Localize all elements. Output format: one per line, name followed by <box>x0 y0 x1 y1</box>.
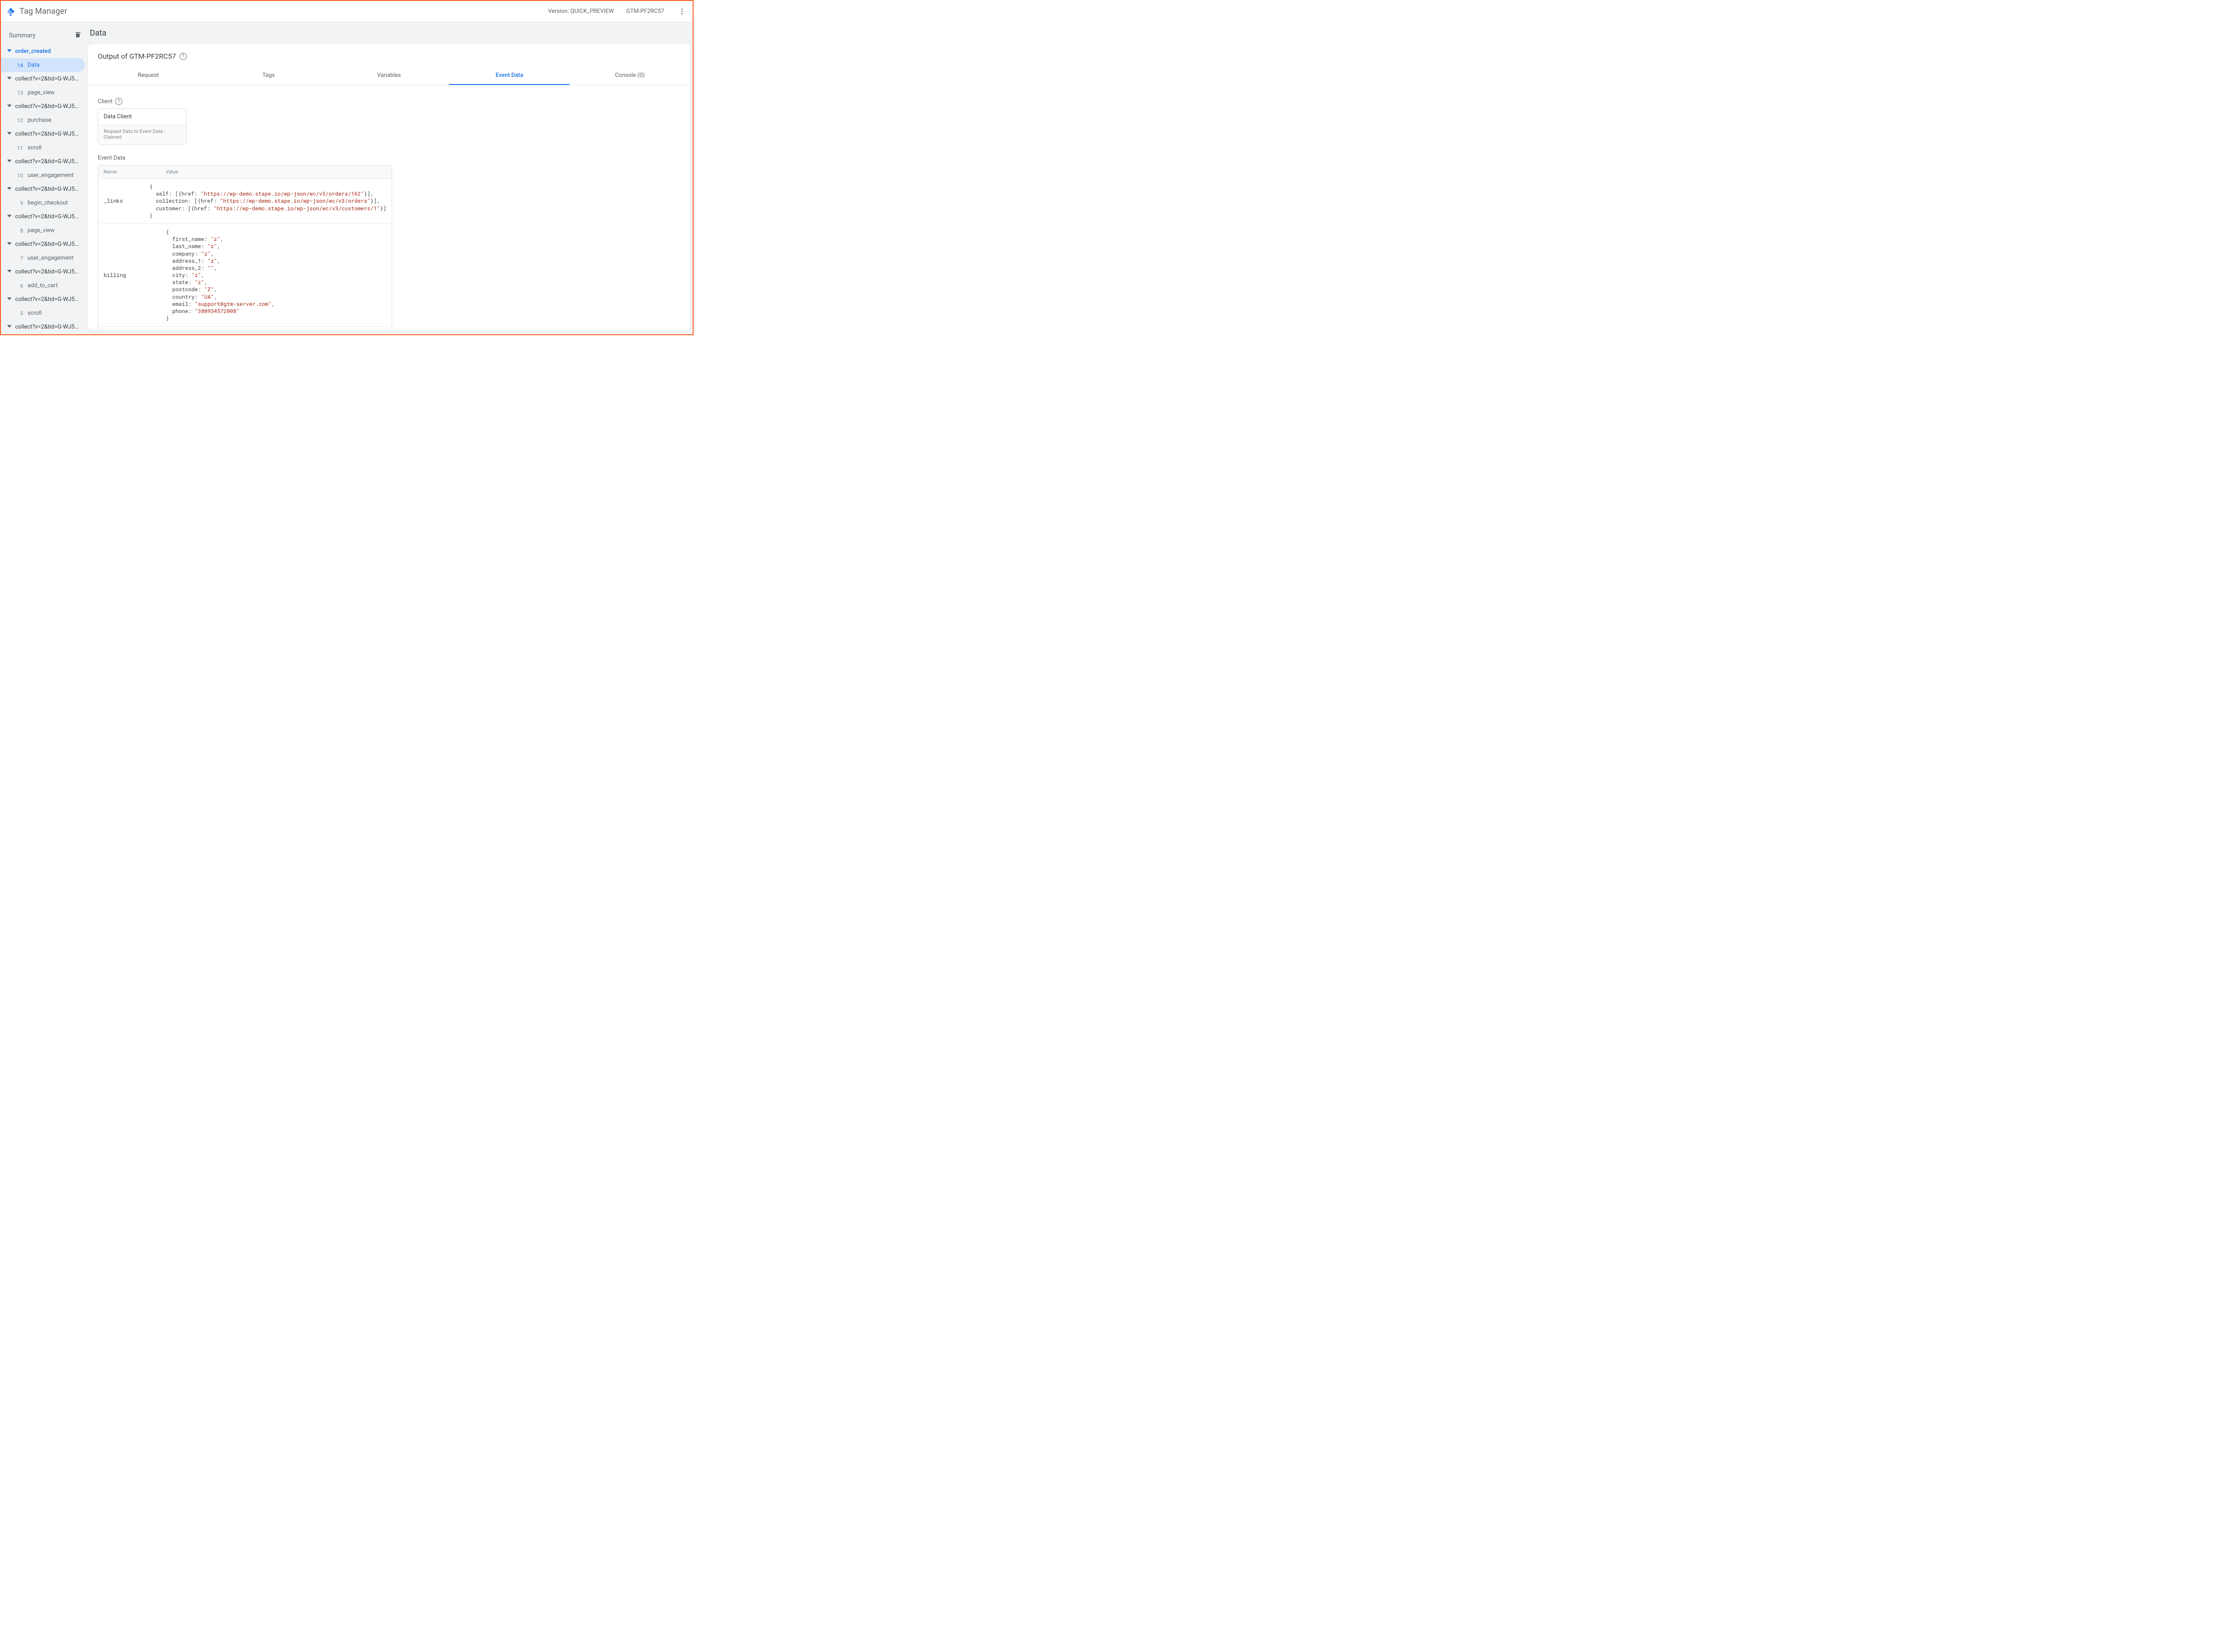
sidebar-group[interactable]: collect?v=2&tid=G-WJ5CL... <box>1 320 88 334</box>
tab-variables[interactable]: Variables <box>329 67 449 85</box>
tab-event-data[interactable]: Event Data <box>449 67 570 85</box>
caret-down-icon <box>7 103 12 110</box>
caret-down-icon <box>7 296 12 303</box>
sidebar-item[interactable]: 9begin_checkout <box>1 196 85 210</box>
more-menu-icon[interactable] <box>677 6 687 17</box>
sidebar: Summary order_created 14 Data collect?v=… <box>1 22 88 334</box>
product-name: Tag Manager <box>20 7 67 16</box>
event-data-table: Name Value _links { self: [{href: "https… <box>98 165 392 330</box>
output-card: Output of GTM-PF2RC57 ? Request Tags Var… <box>88 44 690 330</box>
gtm-logo-icon <box>6 7 15 16</box>
caret-down-icon <box>7 48 12 55</box>
sidebar-item[interactable]: 5scroll <box>1 306 85 320</box>
table-row[interactable]: cart_hash "7915ac688a74a73d1e27dcd4f0895… <box>98 327 392 330</box>
page-title: Data <box>88 22 693 44</box>
summary-label[interactable]: Summary <box>9 32 36 39</box>
container-id-label: GTM-PF2RC57 <box>626 8 664 15</box>
sidebar-item[interactable]: 10user_engagement <box>1 168 85 182</box>
tab-request[interactable]: Request <box>88 67 209 85</box>
table-row[interactable]: _links { self: [{href: "https://wp-demo.… <box>98 179 392 224</box>
sidebar-group[interactable]: collect?v=2&tid=G-WJ5CL... <box>1 127 88 141</box>
sidebar-group-order-created[interactable]: order_created <box>1 44 88 58</box>
sidebar-item[interactable]: 13page_view <box>1 86 85 100</box>
tab-console[interactable]: Console (0) <box>570 67 690 85</box>
column-header-name: Name <box>98 165 161 178</box>
sidebar-item[interactable]: 6add_to_cart <box>1 279 85 293</box>
sidebar-group[interactable]: collect?v=2&tid=G-WJ5CL... <box>1 265 88 279</box>
caret-down-icon <box>7 324 12 330</box>
sidebar-group[interactable]: collect?v=2&tid=G-WJ5CL... <box>1 155 88 168</box>
tabs: Request Tags Variables Event Data Consol… <box>88 67 690 85</box>
caret-down-icon <box>7 241 12 248</box>
client-section-title: Client <box>98 98 112 105</box>
caret-down-icon <box>7 186 12 192</box>
sidebar-item[interactable]: 8page_view <box>1 224 85 237</box>
client-card-title: Data Client <box>98 109 186 124</box>
sidebar-group[interactable]: collect?v=2&tid=G-WJ5CL... <box>1 210 88 224</box>
sidebar-group[interactable]: collect?v=2&tid=G-WJ5CL... <box>1 293 88 306</box>
help-icon[interactable]: ? <box>115 98 122 105</box>
sidebar-group[interactable]: collect?v=2&tid=G-WJ5CL... <box>1 100 88 113</box>
sidebar-item-data[interactable]: 14 Data <box>1 58 85 72</box>
client-card-subtitle: Request Data to Event Data - Claimed <box>98 124 186 144</box>
event-data-section-title: Event Data <box>98 155 125 161</box>
caret-down-icon <box>7 131 12 137</box>
caret-down-icon <box>7 76 12 82</box>
sidebar-item[interactable]: 12purchase <box>1 113 85 127</box>
caret-down-icon <box>7 269 12 275</box>
sidebar-group[interactable]: collect?v=2&tid=G-WJ5CL... <box>1 182 88 196</box>
card-title: Output of GTM-PF2RC57 <box>98 52 176 60</box>
clear-icon[interactable] <box>74 31 81 40</box>
sidebar-group[interactable]: collect?v=2&tid=G-WJ5CL... <box>1 72 88 86</box>
top-bar: Tag Manager Version: QUICK_PREVIEW GTM-P… <box>1 1 693 22</box>
help-icon[interactable]: ? <box>180 53 187 60</box>
sidebar-item[interactable]: 11scroll <box>1 141 85 155</box>
main-panel: Data Output of GTM-PF2RC57 ? Request Tag… <box>88 22 693 334</box>
table-row[interactable]: billing { first_name: "z", last_name: "z… <box>98 224 392 327</box>
sidebar-item[interactable]: 7user_engagement <box>1 251 85 265</box>
column-header-value: Value <box>161 165 392 178</box>
version-label: Version: QUICK_PREVIEW <box>548 8 614 15</box>
client-card[interactable]: Data Client Request Data to Event Data -… <box>98 108 187 145</box>
tab-tags[interactable]: Tags <box>209 67 329 85</box>
sidebar-group[interactable]: collect?v=2&tid=G-WJ5CL... <box>1 237 88 251</box>
caret-down-icon <box>7 213 12 220</box>
caret-down-icon <box>7 158 12 165</box>
